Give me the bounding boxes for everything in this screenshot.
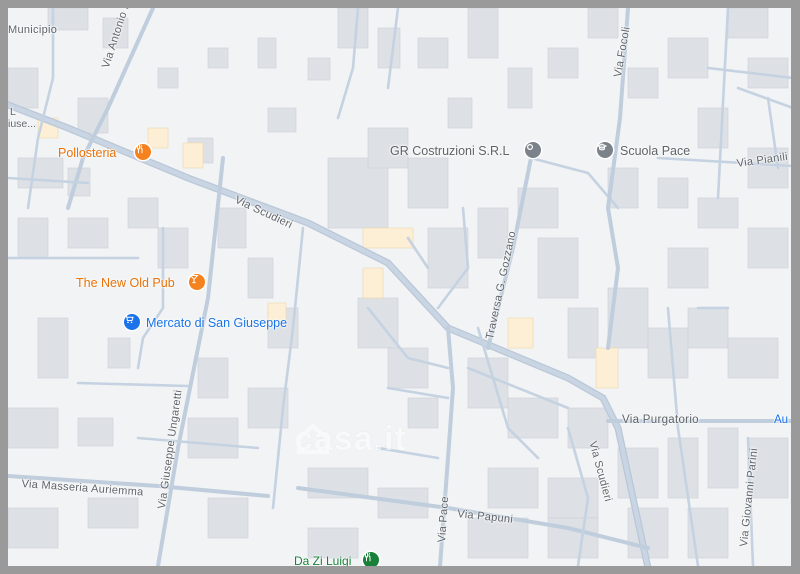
poi-label-da-zi-luigi[interactable]: Da Zi Luigi <box>294 554 351 566</box>
map-canvas[interactable]: Municipio Via Antonio Nappo Via Scudieri… <box>8 8 791 566</box>
house-icon <box>297 423 329 454</box>
poi-label-new-old-pub[interactable]: The New Old Pub <box>76 276 175 290</box>
edge-label-giuse: iuse... <box>8 118 37 130</box>
street-label-via-purgatorio: Via Purgatorio <box>622 414 699 426</box>
edge-label-l: L <box>10 106 16 118</box>
poi-label-mercato[interactable]: Mercato di San Giuseppe <box>146 316 287 330</box>
edge-label-au: Au <box>774 414 789 426</box>
poi-label-pollosteria[interactable]: Pollosteria <box>58 146 116 160</box>
restaurant-icon[interactable] <box>135 144 151 160</box>
cocktail-icon[interactable] <box>189 274 205 290</box>
place-icon[interactable] <box>525 142 541 158</box>
restaurant-icon[interactable] <box>363 552 379 566</box>
map-frame: Municipio Via Antonio Nappo Via Scudieri… <box>0 0 800 574</box>
watermark-logo: casa.it <box>294 420 407 459</box>
poi-label-scuola-pace[interactable]: Scuola Pace <box>620 144 690 158</box>
shopping-cart-icon[interactable] <box>124 314 140 330</box>
school-icon[interactable] <box>597 142 613 158</box>
street-label-municipio: Municipio <box>8 24 58 36</box>
poi-label-gr-costruzioni[interactable]: GR Costruzioni S.R.L <box>390 144 509 158</box>
